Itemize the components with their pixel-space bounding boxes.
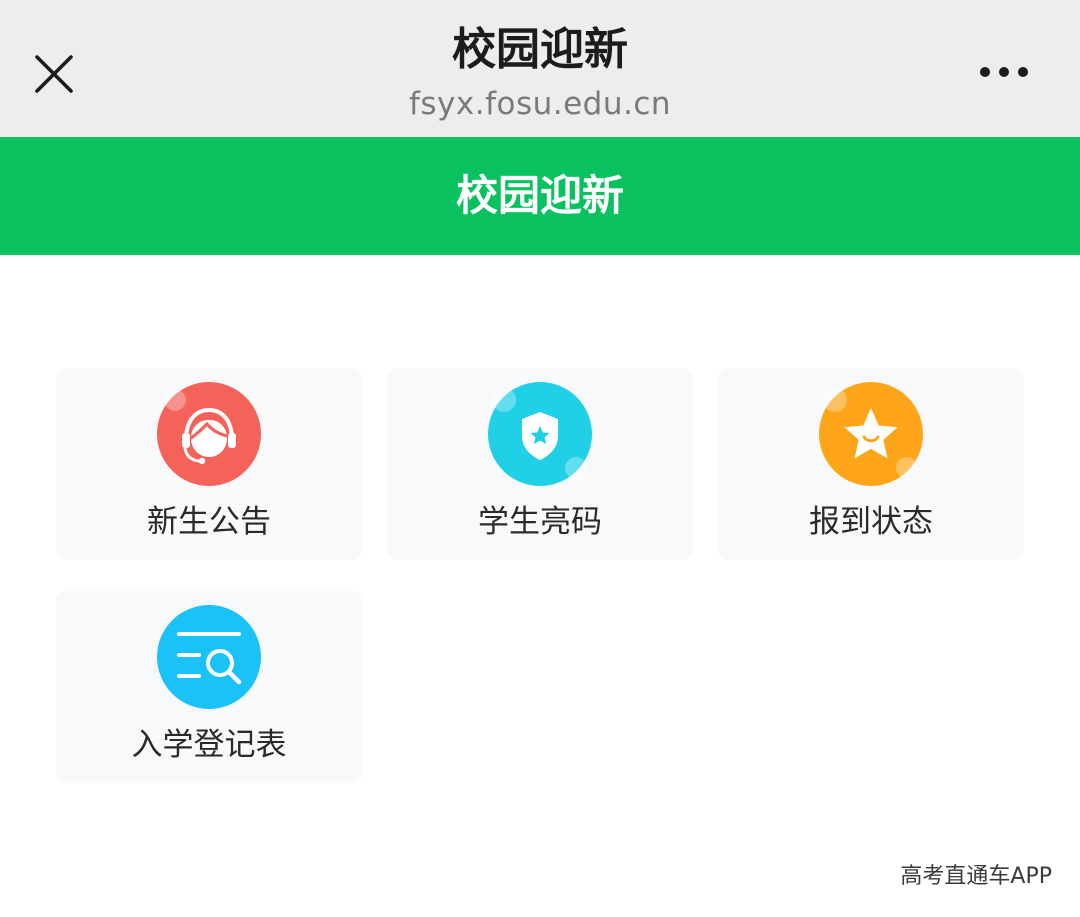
more-button[interactable] bbox=[972, 56, 1036, 88]
title-bar: 校园迎新 fsyx.fosu.edu.cn bbox=[0, 0, 1080, 137]
app-title: 校园迎新 bbox=[455, 171, 624, 220]
watermark: 高考直通车APP bbox=[900, 864, 1052, 889]
list-search-icon bbox=[157, 605, 261, 709]
star-icon bbox=[819, 382, 923, 486]
menu-item-student-code[interactable]: 学生亮码 bbox=[387, 368, 693, 560]
menu-item-label: 学生亮码 bbox=[478, 504, 602, 540]
menu-item-announcement[interactable]: 新生公告 bbox=[56, 368, 362, 560]
page-title: 校园迎新 bbox=[452, 24, 628, 75]
shield-star-icon bbox=[488, 382, 592, 486]
page-url: fsyx.fosu.edu.cn bbox=[408, 86, 672, 122]
menu-item-enrollment-form[interactable]: 入学登记表 bbox=[56, 591, 362, 783]
app-header: 校园迎新 bbox=[0, 137, 1080, 255]
menu-item-label: 新生公告 bbox=[147, 504, 271, 540]
more-icon bbox=[980, 67, 1028, 77]
headset-service-icon bbox=[157, 382, 261, 486]
menu-item-label: 报到状态 bbox=[809, 504, 933, 540]
menu-item-label: 入学登记表 bbox=[131, 727, 287, 763]
menu-item-registration-status[interactable]: 报到状态 bbox=[718, 368, 1024, 560]
